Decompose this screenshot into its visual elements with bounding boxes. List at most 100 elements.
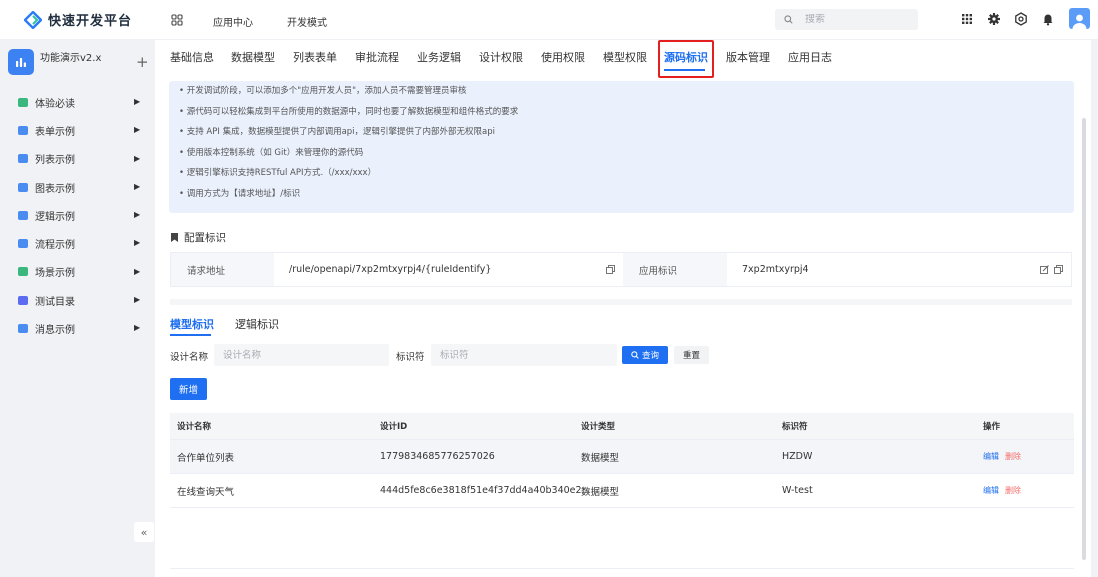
tab-item[interactable]: 列表表单 (293, 49, 337, 65)
folder-icon (18, 295, 28, 305)
cell-design-type: 数据模型 (581, 452, 620, 464)
section-divider (170, 299, 1072, 305)
cell-design-id: 444d5fe8c6e3818f51e4f37dd4a40b340e2... (380, 485, 591, 496)
tab-item[interactable]: 版本管理 (726, 49, 770, 65)
sidebar-item[interactable]: 逻辑示例 ▶ (0, 201, 154, 229)
config-title: 配置标识 (184, 232, 226, 244)
edit-link[interactable]: 编辑 (983, 451, 999, 462)
info-line: • 源代码可以轻松集成到平台所使用的数据源中，同时也要了解数据模型和组件格式的要… (179, 106, 519, 117)
query-button[interactable]: 查询 (622, 346, 668, 364)
request-url-value: /rule/openapi/7xp2mtxyrpj4/{ruleIdentify… (289, 264, 492, 275)
subtab-logic-id[interactable]: 逻辑标识 (235, 316, 279, 332)
delete-link[interactable]: 删除 (1005, 485, 1021, 496)
sidebar-item-label: 测试目录 (35, 296, 75, 308)
tab-item[interactable]: 应用日志 (788, 49, 832, 65)
sidebar-item-label: 逻辑示例 (35, 211, 75, 223)
chevron-right-icon: ▶ (134, 238, 141, 248)
cell-design-name: 合作单位列表 (177, 452, 235, 464)
sidebar-item[interactable]: 图表示例 ▶ (0, 173, 154, 201)
info-line: • 调用方式为【请求地址】/标识 (179, 188, 301, 199)
top-nav: 应用中心 开发模式 (213, 14, 327, 29)
top-bar: 快速开发平台 应用中心 开发模式 (0, 0, 1098, 40)
subtab-underline (170, 334, 211, 336)
col-design-name: 设计名称 (177, 422, 212, 432)
chevron-right-icon: ▶ (134, 295, 141, 305)
delete-link[interactable]: 删除 (1005, 451, 1021, 462)
info-line: • 逻辑引擎标识支持RESTful API方式.（/xxx/xxx） (179, 168, 377, 179)
cell-design-type: 数据模型 (581, 486, 620, 498)
info-box: • 开发调试阶段，可以添加多个"应用开发人员"，添加人员不需要管理员审核 • 源代… (169, 81, 1074, 213)
info-line: • 使用版本控制系统（如 Git）来管理你的源代码 (179, 147, 364, 158)
logo-icon (24, 10, 42, 29)
sidebar-item[interactable]: 表单示例 ▶ (0, 116, 154, 144)
table-row[interactable]: 合作单位列表 1779834685776257026 数据模型 HZDW 编辑 … (170, 440, 1074, 474)
folder-icon (18, 97, 28, 107)
folder-icon (18, 154, 28, 164)
copy-icon[interactable] (1054, 265, 1063, 274)
sidebar-item-label: 场景示例 (35, 268, 75, 280)
gear-icon[interactable] (987, 12, 1001, 26)
sidebar-item[interactable]: 列表示例 ▶ (0, 145, 154, 173)
identifier-label: 标识符 (396, 352, 425, 363)
search-box[interactable] (775, 9, 918, 30)
nav-app-center[interactable]: 应用中心 (213, 14, 253, 29)
folder-icon (18, 125, 28, 135)
edit-link[interactable]: 编辑 (983, 485, 999, 496)
sidebar-item[interactable]: 消息示例 ▶ (0, 314, 154, 342)
avatar[interactable] (1069, 8, 1090, 29)
sidebar-item-label: 表单示例 (35, 126, 75, 138)
sidebar-item[interactable]: 流程示例 ▶ (0, 229, 154, 257)
add-app-icon[interactable]: + (136, 53, 149, 71)
edit-icon[interactable] (1040, 265, 1049, 274)
design-name-input[interactable] (214, 344, 389, 366)
table-row[interactable]: 在线查询天气 444d5fe8c6e3818f51e4f37dd4a40b340… (170, 474, 1074, 508)
sidebar-item[interactable]: 测试目录 ▶ (0, 286, 154, 314)
add-new-button[interactable]: 新增 (170, 378, 207, 400)
apps-icon[interactable] (960, 12, 974, 26)
search-input[interactable] (805, 14, 905, 25)
search-icon (784, 15, 793, 24)
col-design-id: 设计ID (380, 422, 408, 432)
sidebar-item-label: 流程示例 (35, 240, 75, 252)
subtab-model-id[interactable]: 模型标识 (170, 316, 214, 332)
tab-item[interactable]: 设计权限 (479, 49, 523, 65)
sidebar-item[interactable]: 场景示例 ▶ (0, 258, 154, 286)
folder-icon (18, 239, 28, 249)
nav-dev-mode[interactable]: 开发模式 (287, 14, 327, 29)
tab-item[interactable]: 使用权限 (541, 49, 585, 65)
apps-grid-icon[interactable] (171, 14, 183, 26)
folder-icon (18, 210, 28, 220)
reset-button[interactable]: 重置 (674, 346, 709, 364)
sidebar-item-label: 图表示例 (35, 183, 75, 195)
col-design-type: 设计类型 (581, 422, 616, 432)
tab-item[interactable]: 基础信息 (170, 49, 214, 65)
tab-item[interactable]: 数据模型 (231, 49, 275, 65)
config-section-title: 配置标识 (171, 230, 226, 245)
tab-item[interactable]: 业务逻辑 (417, 49, 461, 65)
cell-actions: 编辑 删除 (983, 440, 1021, 473)
active-tab-underline (664, 69, 705, 71)
settings-hex-icon[interactable] (1014, 12, 1028, 26)
chart-icon (16, 58, 26, 67)
copy-icon[interactable] (606, 265, 615, 274)
tab-item[interactable]: 审批流程 (355, 49, 399, 65)
app-header: 功能演示v2.x + (8, 45, 149, 77)
search-icon (631, 351, 639, 359)
sidebar-item[interactable]: 体验必读 ▶ (0, 88, 154, 116)
collapse-sidebar-button[interactable]: « (134, 522, 154, 542)
bell-icon[interactable] (1041, 12, 1055, 26)
app-id-cell: 7xp2mtxyrpj4 (727, 253, 1071, 286)
scrollbar[interactable] (1082, 118, 1086, 560)
chevron-right-icon: ▶ (134, 97, 141, 106)
identifier-input[interactable] (431, 344, 617, 366)
sidebar: 功能演示v2.x + 体验必读 ▶ 表单示例 ▶ 列表示例 ▶ 图表示例 ▶ 逻辑示例 ▶ 流程示例… (0, 40, 154, 577)
app-id-label: 应用标识 (623, 253, 727, 286)
tab-item[interactable]: 源码标识 (664, 49, 708, 65)
bottom-divider (170, 568, 1074, 569)
sidebar-item-label: 消息示例 (35, 325, 75, 337)
tab-item[interactable]: 模型权限 (603, 49, 647, 65)
top-icons (960, 12, 1055, 26)
app-icon (8, 49, 34, 75)
col-actions: 操作 (983, 422, 1001, 432)
logo[interactable]: 快速开发平台 (24, 10, 132, 29)
